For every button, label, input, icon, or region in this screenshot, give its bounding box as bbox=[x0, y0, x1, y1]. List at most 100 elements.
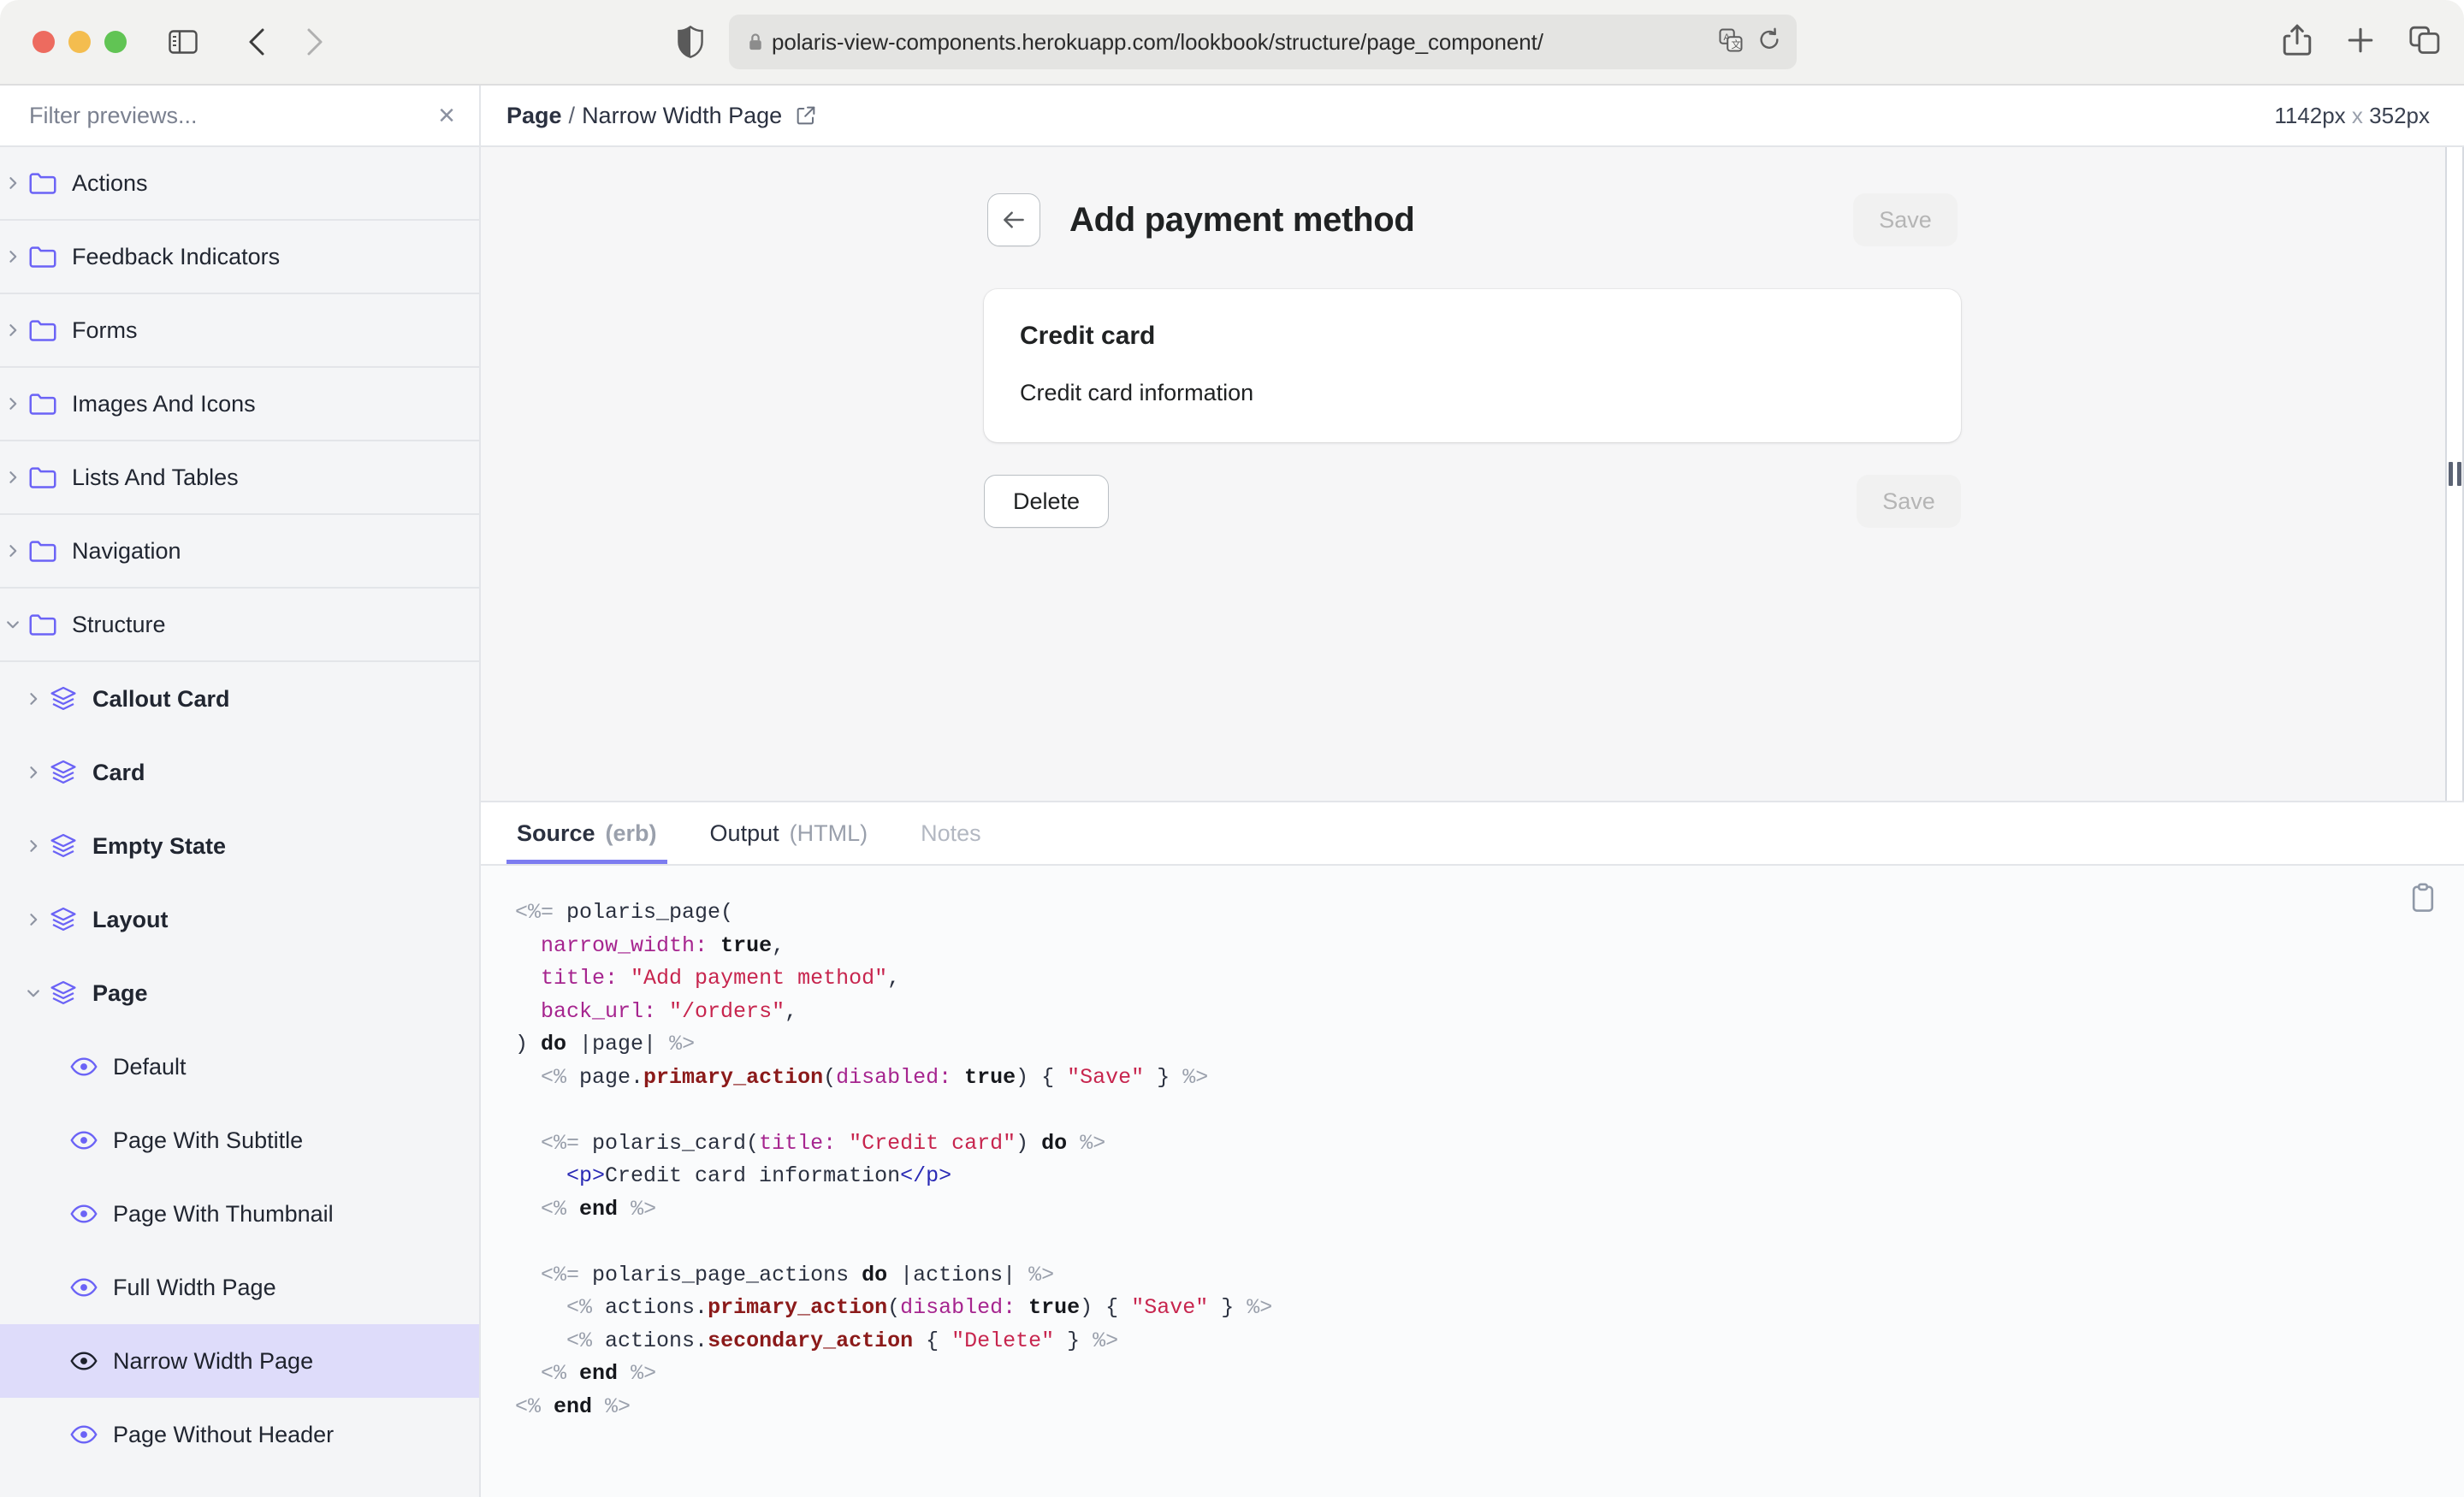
code-token: , bbox=[785, 999, 797, 1024]
page-primary-action-save-button[interactable]: Save bbox=[1853, 193, 1958, 246]
code-token: |actions| bbox=[887, 1263, 1028, 1287]
code-token bbox=[515, 1131, 541, 1156]
tab-sublabel: (HTML) bbox=[790, 820, 868, 847]
code-token bbox=[515, 1361, 541, 1386]
eye-icon bbox=[67, 1423, 101, 1446]
sidebar-item-card[interactable]: Card bbox=[0, 736, 479, 809]
clear-filter-icon[interactable]: × bbox=[429, 98, 464, 133]
filter-previews-input[interactable] bbox=[29, 103, 429, 129]
code-token: "Add payment method" bbox=[631, 966, 887, 991]
actions-primary-save-button[interactable]: Save bbox=[1857, 475, 1961, 528]
sidebar-item-structure[interactable]: Structure bbox=[0, 589, 479, 662]
code-token: end bbox=[554, 1394, 592, 1419]
inspector-panel: Source(erb) Output (HTML) Notes <%= polaris… bbox=[481, 802, 2464, 1497]
code-token: </p> bbox=[900, 1163, 951, 1188]
browser-back-button[interactable] bbox=[234, 20, 279, 64]
lookbook-app: × Actions Feedback Indicators Forms Imag… bbox=[0, 86, 2464, 1497]
reload-icon[interactable] bbox=[1757, 27, 1781, 57]
sidebar-item-page-with-title-metadata[interactable]: Page With Title Metadata bbox=[0, 1471, 479, 1497]
clipboard-copy-icon[interactable] bbox=[2402, 878, 2443, 919]
chevron-right-icon[interactable] bbox=[21, 765, 46, 780]
chevron-right-icon[interactable] bbox=[21, 912, 46, 927]
external-link-icon[interactable] bbox=[796, 105, 816, 126]
code-token: ) { bbox=[1016, 1065, 1067, 1090]
preview-width: 1142px bbox=[2274, 103, 2345, 128]
code-token bbox=[592, 1394, 605, 1419]
chevron-down-icon[interactable] bbox=[0, 617, 26, 632]
code-token: "Save" bbox=[1067, 1065, 1144, 1090]
url-input[interactable]: polaris-view-components.herokuapp.com/lo… bbox=[729, 15, 1797, 69]
sidebar-item-callout-card[interactable]: Callout Card bbox=[0, 662, 479, 736]
tab-notes[interactable]: Notes bbox=[910, 802, 992, 864]
arrow-left-icon[interactable] bbox=[987, 193, 1040, 246]
code-token: %> bbox=[1080, 1131, 1105, 1156]
code-token: %> bbox=[631, 1361, 656, 1386]
chevron-down-icon[interactable] bbox=[21, 985, 46, 1001]
sidebar-item-label: Navigation bbox=[72, 538, 181, 565]
chevron-right-icon[interactable] bbox=[0, 175, 26, 191]
chevron-right-icon[interactable] bbox=[0, 543, 26, 559]
sidebar-item-page-without-header[interactable]: Page Without Header bbox=[0, 1398, 479, 1471]
vertical-resize-handle[interactable] bbox=[2445, 147, 2464, 801]
shield-privacy-icon[interactable] bbox=[676, 26, 705, 58]
code-token: disabled: bbox=[836, 1065, 964, 1090]
plus-icon[interactable] bbox=[2346, 26, 2375, 59]
code-token: do bbox=[541, 1032, 566, 1056]
sidebar-item-default[interactable]: Default bbox=[0, 1030, 479, 1104]
code-token: ) bbox=[1016, 1131, 1041, 1156]
chevron-right-icon[interactable] bbox=[0, 396, 26, 411]
chevron-right-icon[interactable] bbox=[0, 322, 26, 338]
code-token: ) { bbox=[1080, 1295, 1131, 1320]
code-token bbox=[618, 1197, 631, 1222]
sidebar-item-actions[interactable]: Actions bbox=[0, 147, 479, 221]
code-token: polaris_page( bbox=[566, 900, 733, 925]
code-token: %> bbox=[1093, 1328, 1118, 1353]
sidebar-item-label: Layout bbox=[92, 907, 169, 933]
code-token: "Save" bbox=[1131, 1295, 1208, 1320]
sidebar-item-empty-state[interactable]: Empty State bbox=[0, 809, 479, 883]
sidebar-item-layout[interactable]: Layout bbox=[0, 883, 479, 956]
minimize-window-button[interactable] bbox=[68, 31, 91, 53]
sidebar-toggle-icon[interactable] bbox=[161, 20, 205, 64]
sidebar-item-label: Narrow Width Page bbox=[113, 1348, 313, 1375]
preview-pane: Add payment method Save Credit card Cred… bbox=[481, 147, 2464, 802]
sidebar-item-page-with-thumbnail[interactable]: Page With Thumbnail bbox=[0, 1177, 479, 1251]
chevron-right-icon[interactable] bbox=[0, 470, 26, 485]
sidebar-item-navigation[interactable]: Navigation bbox=[0, 515, 479, 589]
zoom-window-button[interactable] bbox=[104, 31, 127, 53]
erb-source-code: <%= polaris_page( narrow_width: true, ti… bbox=[481, 866, 2464, 1423]
tab-source[interactable]: Source(erb) bbox=[506, 802, 667, 864]
browser-forward-button[interactable] bbox=[293, 20, 337, 64]
sidebar-item-page-with-subtitle[interactable]: Page With Subtitle bbox=[0, 1104, 479, 1177]
chevron-right-icon[interactable] bbox=[21, 838, 46, 854]
sidebar-item-feedback-indicators[interactable]: Feedback Indicators bbox=[0, 221, 479, 294]
code-token: <% bbox=[541, 1065, 579, 1090]
sidebar-item-images-and-icons[interactable]: Images And Icons bbox=[0, 368, 479, 441]
sidebar-item-narrow-width-page[interactable]: Narrow Width Page bbox=[0, 1324, 479, 1398]
sidebar-item-page[interactable]: Page bbox=[0, 956, 479, 1030]
code-token: <% bbox=[541, 1361, 579, 1386]
sidebar-item-label: Structure bbox=[72, 612, 166, 638]
sidebar-item-lists-and-tables[interactable]: Lists And Tables bbox=[0, 441, 479, 515]
tab-label: Output bbox=[710, 820, 779, 847]
chevron-right-icon[interactable] bbox=[0, 249, 26, 264]
lock-icon bbox=[748, 33, 763, 51]
preview-tree: Actions Feedback Indicators Forms Images… bbox=[0, 147, 479, 1497]
tab-output[interactable]: Output (HTML) bbox=[700, 802, 879, 864]
sidebar-item-forms[interactable]: Forms bbox=[0, 294, 479, 368]
card-title: Credit card bbox=[1020, 322, 1925, 351]
secondary-action-delete-button[interactable]: Delete bbox=[984, 475, 1109, 528]
svg-text:文: 文 bbox=[1732, 38, 1741, 50]
chevron-right-icon[interactable] bbox=[21, 691, 46, 707]
share-icon[interactable] bbox=[2283, 24, 2312, 61]
sidebar-item-label: Forms bbox=[72, 317, 138, 344]
breadcrumb-parent[interactable]: Page bbox=[506, 103, 562, 129]
code-token: <% bbox=[566, 1328, 605, 1353]
filter-row: × bbox=[0, 86, 479, 147]
sidebar-item-label: Default bbox=[113, 1054, 187, 1080]
sidebar-item-full-width-page[interactable]: Full Width Page bbox=[0, 1251, 479, 1324]
translate-icon[interactable]: A 文 bbox=[1718, 27, 1744, 57]
tab-overview-icon[interactable] bbox=[2409, 26, 2440, 59]
close-window-button[interactable] bbox=[33, 31, 55, 53]
tab-sublabel: (erb) bbox=[606, 820, 657, 847]
